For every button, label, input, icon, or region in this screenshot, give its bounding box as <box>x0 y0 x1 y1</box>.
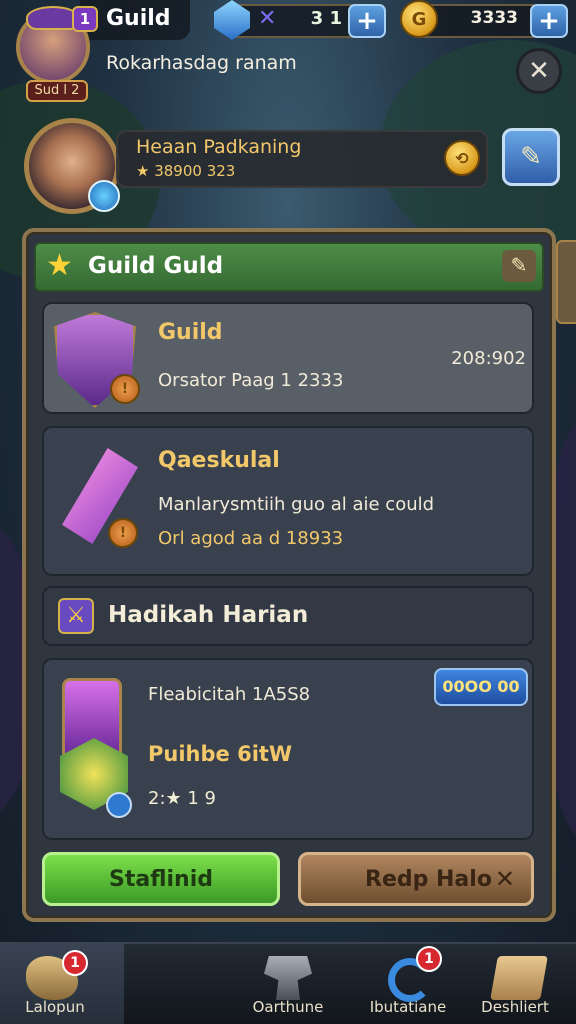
gems-value: 3 1 <box>310 8 342 29</box>
crystal-coin-icon: ! <box>108 518 138 548</box>
nav-label-deshliert: Deshliert <box>481 998 549 1016</box>
nav-badge-ibutatiane: 1 <box>416 946 442 972</box>
side-tab[interactable] <box>556 240 576 324</box>
quest-card-line2: Orl agod aa d 18933 <box>158 528 344 549</box>
coins-value: 3333 <box>470 8 518 28</box>
add-gems-button[interactable]: + <box>348 4 386 38</box>
nav-label-oarthune: Oarthune <box>252 998 324 1016</box>
add-coins-button[interactable]: + <box>530 4 568 38</box>
page-title: Guild <box>106 6 171 31</box>
nav-badge-lalopun: 1 <box>62 950 88 976</box>
crossed-swords-icon: ✕ <box>258 6 277 31</box>
shield-coin-icon: ! <box>110 374 140 404</box>
profile-name: Heaan Padkaning <box>136 136 302 158</box>
profile-coin-icon: ⟲ <box>444 140 480 176</box>
quest-card-line1: Manlarysmtiih guo al aie could <box>158 494 435 515</box>
profile-stats: ★ 38900 323 <box>136 162 236 180</box>
emblem-small-icon <box>106 792 132 818</box>
guild-card-value: 208:902 <box>451 348 526 369</box>
guild-card-title: Guild <box>158 320 223 345</box>
close-x-icon: ✕ <box>494 865 515 893</box>
swords-icon: ⚔ <box>58 598 94 634</box>
anvil-icon <box>264 956 312 1000</box>
reward-line1: Fleabicitah 1A5S8 <box>148 684 311 705</box>
nav-label-lalopun: Lalopun <box>25 998 85 1016</box>
reward-line2: 2:★ 1 9 <box>148 788 217 809</box>
quill-icon: ✎ <box>520 142 542 172</box>
nav-item-lalopun[interactable]: 1 Lalopun <box>0 942 110 1024</box>
edit-button[interactable]: ✎ <box>502 128 560 186</box>
player-level-badge: Sud l 2 <box>26 80 88 102</box>
close-button[interactable]: ✕ <box>516 48 562 94</box>
secondary-action-label: Redp Halo <box>365 866 492 892</box>
daily-section-header: ⚔ Hadikah Harian <box>42 586 534 646</box>
reward-card[interactable]: Fleabicitah 1A5S8 Puihbe 6itW 2:★ 1 9 00… <box>42 658 534 840</box>
guild-card[interactable]: ! Guild Orsator Paag 1 2333 208:902 <box>42 302 534 414</box>
header-subtitle: Rokarhasdag ranam <box>106 52 297 74</box>
quest-card[interactable]: ! Qaeskulal Manlarysmtiih guo al aie cou… <box>42 426 534 576</box>
coin-icon: G <box>400 0 438 38</box>
guild-card-line: Orsator Paag 1 2333 <box>158 370 344 391</box>
level-gem-badge: 1 <box>72 6 98 32</box>
secondary-action-button[interactable]: Redp Halo ✕ <box>298 852 534 906</box>
daily-section-title: Hadikah Harian <box>108 602 309 628</box>
close-icon: ✕ <box>528 56 550 86</box>
panel-title: Guild Guld <box>88 253 224 279</box>
primary-action-button[interactable]: Staflinid <box>42 852 280 906</box>
star-icon: ★ <box>46 248 73 283</box>
panel-edit-icon[interactable]: ✎ <box>502 250 536 282</box>
scroll-quill-icon <box>490 956 548 1000</box>
profile-class-icon <box>88 180 120 212</box>
reward-tag-button[interactable]: 00OO 00 <box>434 668 528 706</box>
quest-card-title: Qaeskulal <box>158 448 280 473</box>
reward-title: Puihbe 6itW <box>148 742 293 766</box>
nav-item-deshliert[interactable]: Deshliert <box>454 942 576 1024</box>
